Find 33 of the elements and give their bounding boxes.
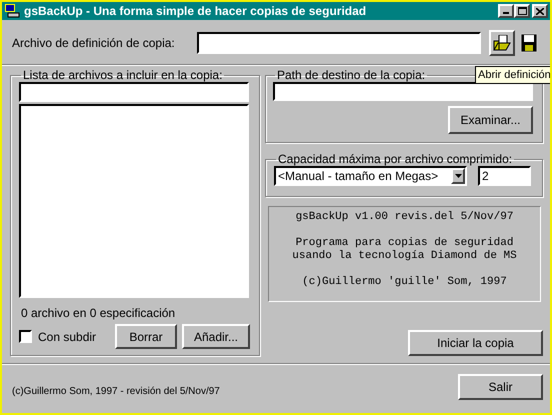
start-button[interactable]: Iniciar la copia — [408, 330, 543, 356]
computer-icon — [4, 4, 20, 18]
group-title: Path de destino de la copia: — [276, 68, 426, 82]
browse-button[interactable]: Examinar... — [448, 106, 533, 134]
definition-label: Archivo de definición de copia: — [12, 35, 176, 52]
minimize-button[interactable] — [498, 4, 514, 18]
save-icon[interactable] — [521, 34, 537, 52]
close-icon — [536, 8, 544, 14]
subdir-checkbox[interactable] — [19, 330, 32, 343]
file-field[interactable] — [19, 82, 249, 102]
file-summary: 0 archivo en 0 especificación — [21, 305, 176, 322]
dropdown-arrow-icon — [454, 174, 462, 178]
close-button[interactable] — [532, 4, 548, 18]
info-text: gsBackUp v1.00 revis.del 5/Nov/97 — [296, 211, 514, 224]
open-button[interactable] — [489, 30, 515, 56]
info-text: Programa para copias de seguridad — [296, 237, 514, 250]
footer-text: (c)Guillermo Som, 1997 - revisión del 5/Nov/97 — [12, 385, 220, 399]
info-text: (c)Guillermo 'guille' Som, 1997 — [302, 276, 507, 289]
exit-button[interactable]: Salir — [458, 374, 543, 400]
destination-field[interactable] — [273, 82, 533, 101]
maximize-button[interactable] — [514, 4, 530, 18]
group-title: Capacidad máxima por archivo comprimido: — [277, 152, 514, 166]
size-dropdown[interactable]: <Manual - tamaño en Megas> — [274, 166, 467, 186]
remove-button[interactable]: Borrar — [115, 324, 177, 349]
group-title: Lista de archivos a incluir en la copia: — [22, 68, 224, 82]
add-button[interactable]: Añadir... — [182, 324, 250, 349]
size-field[interactable]: 2 — [478, 166, 531, 186]
folder-icon — [493, 35, 511, 51]
window-title: gsBackUp - Una forma simple de hacer copias de seguridad — [24, 3, 368, 20]
subdir-label: Con subdir — [38, 328, 98, 346]
definition-field[interactable] — [197, 32, 481, 54]
tooltip: Abrir definición — [475, 66, 550, 84]
info-text: usando la tecnología Diamond de MS — [292, 250, 517, 263]
